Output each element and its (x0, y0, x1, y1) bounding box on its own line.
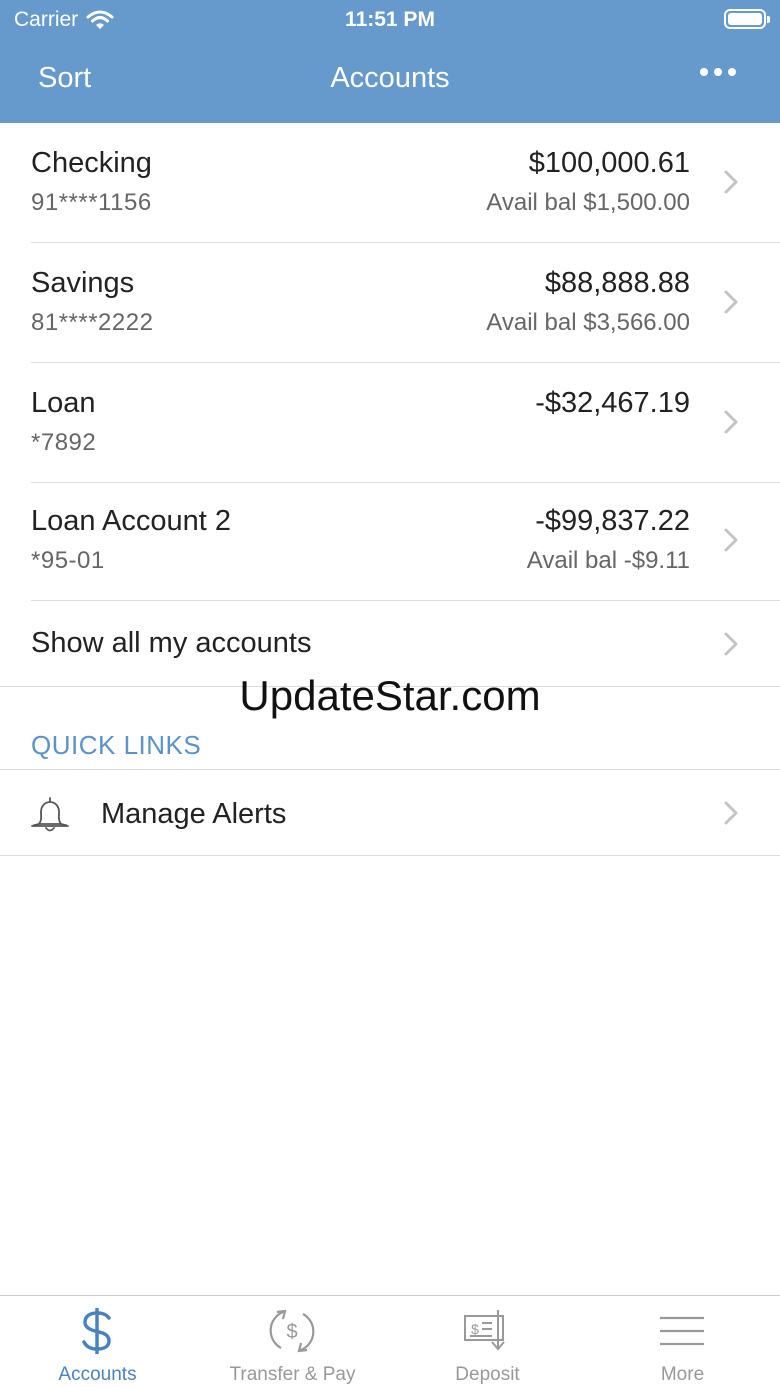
chevron-right-icon (724, 290, 738, 314)
account-balance: $88,888.88 (544, 267, 690, 299)
tab-label: Accounts (58, 1364, 137, 1385)
account-name: Savings (31, 267, 135, 299)
transfer-icon: $ (269, 1309, 315, 1353)
available-balance: Avail bal $3,566.00 (486, 309, 690, 336)
account-row-loan-account-2[interactable]: Loan Account 2 *95-01 -$99,837.22 Avail … (0, 481, 780, 601)
account-name: Loan (31, 387, 96, 419)
tab-more[interactable]: More (585, 1296, 780, 1387)
tab-accounts[interactable]: Accounts (0, 1296, 195, 1387)
account-name: Checking (31, 147, 152, 179)
chevron-right-icon (724, 410, 738, 434)
tab-label: Transfer & Pay (229, 1364, 356, 1385)
tab-bar: Accounts $ Transfer & Pay $ Deposit More (0, 1295, 780, 1387)
menu-icon (660, 1316, 704, 1346)
account-balance: -$99,837.22 (535, 505, 690, 537)
svg-text:$: $ (286, 1321, 297, 1343)
row-divider (0, 855, 780, 856)
show-all-accounts-label: Show all my accounts (31, 627, 312, 659)
account-number: *95-01 (31, 547, 105, 574)
page-title: Accounts (330, 62, 450, 94)
quick-links-header: QUICK LINKS (31, 730, 202, 760)
account-number: 81****2222 (31, 309, 154, 336)
account-row-checking[interactable]: Checking 91****1156 $100,000.61 Avail ba… (0, 123, 780, 243)
watermark: UpdateStar.com (239, 672, 541, 719)
account-balance: -$32,467.19 (535, 387, 690, 419)
tab-transfer-pay[interactable]: $ Transfer & Pay (195, 1296, 390, 1387)
account-row-savings[interactable]: Savings 81****2222 $88,888.88 Avail bal … (0, 243, 780, 363)
bell-icon (31, 797, 69, 832)
account-number: 91****1156 (31, 189, 152, 216)
battery-icon (724, 9, 770, 29)
dollar-icon (82, 1308, 111, 1354)
app-header: Carrier 11:51 PM Sort Accounts (0, 0, 780, 123)
account-name: Loan Account 2 (31, 505, 231, 537)
status-bar: Carrier 11:51 PM (0, 0, 780, 40)
available-balance: Avail bal -$9.11 (526, 547, 690, 574)
chevron-right-icon (724, 801, 738, 825)
account-balance: $100,000.61 (528, 147, 690, 179)
tab-label: More (660, 1364, 705, 1385)
manage-alerts-row[interactable]: Manage Alerts (0, 770, 780, 856)
status-time: 11:51 PM (345, 8, 435, 31)
more-horizontal-icon[interactable] (700, 68, 736, 76)
chevron-right-icon (724, 170, 738, 194)
available-balance: Avail bal $1,500.00 (486, 189, 690, 216)
nav-bar: Sort Accounts (0, 40, 780, 123)
manage-alerts-label: Manage Alerts (101, 798, 287, 830)
tab-label: Deposit (455, 1364, 520, 1385)
deposit-check-icon: $ (464, 1310, 505, 1351)
chevron-right-icon (724, 528, 738, 552)
account-number: *7892 (31, 429, 97, 456)
chevron-right-icon (724, 632, 738, 656)
tab-deposit[interactable]: $ Deposit (390, 1296, 585, 1387)
svg-text:$: $ (471, 1321, 479, 1337)
account-row-loan[interactable]: Loan *7892 -$32,467.19 (0, 363, 780, 483)
